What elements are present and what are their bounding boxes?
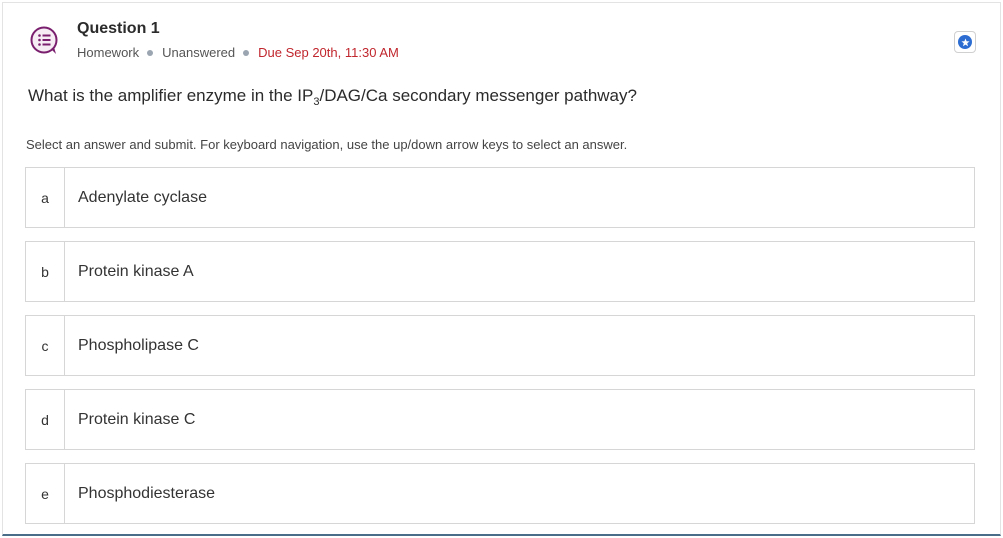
answer-option-a[interactable]: a Adenylate cyclase xyxy=(25,167,975,228)
question-title: Question 1 xyxy=(77,20,160,37)
due-date: Due Sep 20th, 11:30 AM xyxy=(258,45,399,60)
option-letter: e xyxy=(26,464,65,523)
option-text: Protein kinase A xyxy=(78,262,194,280)
option-text: Phospholipase C xyxy=(78,336,199,354)
separator-dot xyxy=(147,49,154,56)
prompt-text-end: /DAG/Ca secondary messenger pathway? xyxy=(319,86,637,105)
question-prompt: What is the amplifier enzyme in the IP3/… xyxy=(28,86,637,108)
option-letter: d xyxy=(26,390,65,449)
prompt-text-start: What is the amplifier enzyme in the IP xyxy=(28,86,314,105)
answer-option-c[interactable]: c Phospholipase C xyxy=(25,315,975,376)
option-text: Phosphodiesterase xyxy=(78,484,215,502)
question-list-icon xyxy=(29,25,61,57)
answer-status: Unanswered xyxy=(162,45,236,60)
question-meta: Homework Unanswered Due Sep 20th, 11:30 … xyxy=(77,45,399,60)
answer-options: a Adenylate cyclase b Protein kinase A c… xyxy=(25,167,975,537)
star-icon xyxy=(958,35,972,49)
answer-option-b[interactable]: b Protein kinase A xyxy=(25,241,975,302)
option-letter: c xyxy=(26,316,65,375)
option-letter: a xyxy=(26,168,65,227)
favorite-button[interactable] xyxy=(954,31,976,53)
option-text: Protein kinase C xyxy=(78,410,196,428)
instructions: Select an answer and submit. For keyboar… xyxy=(26,137,628,152)
option-text: Adenylate cyclase xyxy=(78,188,207,206)
option-letter: b xyxy=(26,242,65,301)
assignment-type: Homework xyxy=(77,45,140,60)
answer-option-d[interactable]: d Protein kinase C xyxy=(25,389,975,450)
separator-dot xyxy=(243,49,250,56)
answer-option-e[interactable]: e Phosphodiesterase xyxy=(25,463,975,524)
